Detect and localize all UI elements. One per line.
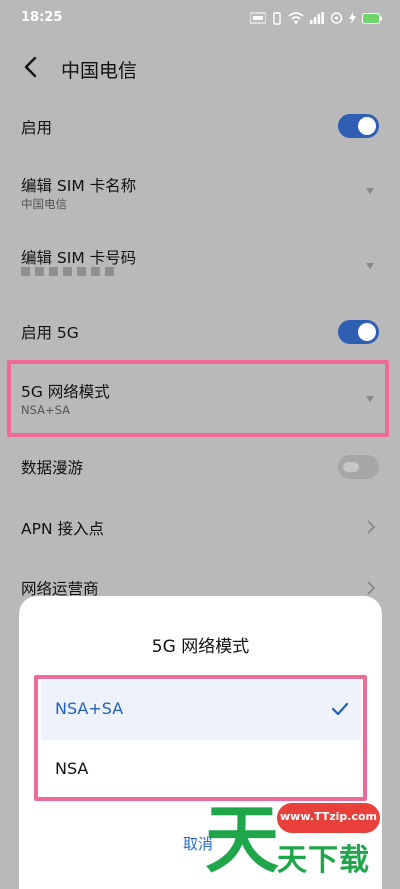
row-edit-sim-name-value: 中国电信 [21,197,67,211]
enable-5g-toggle[interactable] [338,320,379,344]
row-data-roaming[interactable]: 数据漫游 [0,440,400,494]
status-bar: 18:25 [0,0,400,36]
data-roaming-toggle[interactable] [338,455,379,479]
dropdown-caret-icon [366,263,374,269]
row-edit-sim-number-label: 编辑 SIM 卡号码 [21,249,137,267]
mask-block [21,267,30,276]
back-arrow-icon[interactable] [18,54,44,80]
mask-block [63,267,72,276]
wifi-icon [288,12,304,24]
chevron-right-icon [367,520,376,534]
toggle-knob [358,323,376,341]
row-apn[interactable]: APN 接入点 [0,500,400,556]
watermark-text: 天下载 [277,843,370,878]
row-edit-sim-number[interactable]: 编辑 SIM 卡号码 [0,232,400,294]
hotspot-icon [330,12,343,24]
row-data-roaming-label: 数据漫游 [21,459,84,477]
charging-icon [349,12,356,24]
row-enable-5g-label: 启用 5G [21,324,79,342]
network-speed-icon [250,12,266,24]
row-enable-label: 启用 [21,119,53,137]
row-edit-sim-name[interactable]: 编辑 SIM 卡名称 中国电信 [0,160,400,220]
status-icons [250,10,382,26]
masked-phone-number [21,267,114,276]
mask-block [35,267,44,276]
row-apn-label: APN 接入点 [21,520,104,538]
signal-icon [310,12,324,24]
mask-block [77,267,86,276]
row-enable-5g[interactable]: 启用 5G [0,303,400,359]
battery-icon [362,12,382,24]
toggle-knob [358,117,376,135]
highlight-box-network-mode [7,360,389,437]
mask-block [105,267,114,276]
watermark-logo-character: 天 [205,797,279,883]
mask-block [91,267,100,276]
watermark-url: www.TTzip.com [280,810,377,823]
dialog-title: 5G 网络模式 [151,637,250,657]
row-enable[interactable]: 启用 [0,98,400,154]
toggle-knob [343,462,359,472]
chevron-right-icon [367,581,376,595]
vibrate-icon [273,11,281,25]
enable-toggle[interactable] [338,114,379,138]
dropdown-caret-icon [366,188,374,194]
header: 中国电信 [0,44,400,90]
highlight-box-options [34,675,367,801]
row-edit-sim-name-label: 编辑 SIM 卡名称 [21,177,137,195]
page-title: 中国电信 [61,60,138,82]
watermark-url-badge: www.TTzip.com [277,803,380,833]
status-time: 18:25 [21,10,63,25]
mask-block [49,267,58,276]
